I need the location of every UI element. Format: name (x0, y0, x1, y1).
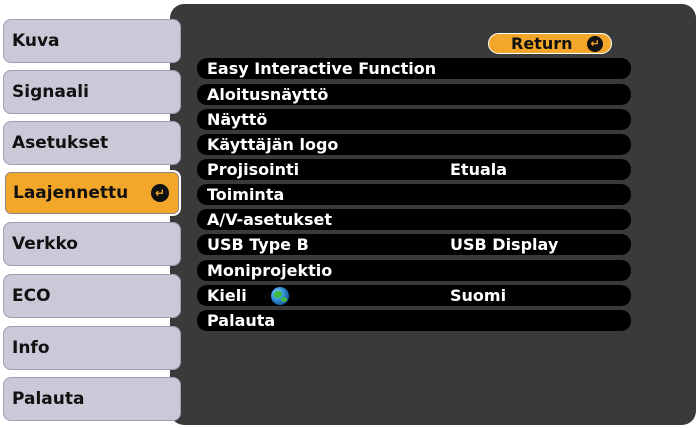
menu-item-value: USB Display (450, 235, 559, 254)
tab-label: Asetukset (12, 133, 109, 153)
tab-laajennettu[interactable]: Laajennettu ↵ (3, 170, 181, 216)
menu-item-moniprojektio[interactable]: Moniprojektio (197, 260, 631, 281)
menu-item-kayttajan-logo[interactable]: Käyttäjän logo (197, 134, 631, 155)
enter-icon: ↵ (587, 36, 603, 52)
menu-item-label: USB Type B (207, 235, 309, 254)
menu-item-easy-interactive-function[interactable]: Easy Interactive Function (197, 58, 631, 79)
menu-item-label: Käyttäjän logo (207, 135, 339, 154)
menu-item-label: A/V-asetukset (207, 210, 332, 229)
tab-kuva[interactable]: Kuva (3, 19, 181, 63)
menu-item-label: Projisointi (207, 160, 300, 179)
menu-item-value: Etuala (450, 160, 508, 179)
menu-item-palauta[interactable]: Palauta (197, 310, 631, 331)
tab-label: Info (12, 338, 50, 358)
globe-icon (271, 287, 289, 305)
menu-item-label: Kieli (207, 286, 247, 305)
tab-label: Signaali (12, 82, 89, 102)
menu-item-label: Easy Interactive Function (207, 59, 437, 78)
menu-item-aloitusnaytto[interactable]: Aloitusnäyttö (197, 84, 631, 105)
tab-label: Palauta (12, 389, 85, 409)
menu-item-toiminta[interactable]: Toiminta (197, 184, 631, 205)
projector-menu: Kuva Signaali Asetukset Laajennettu ↵ Ve… (0, 0, 699, 428)
menu-item-label: Toiminta (207, 185, 285, 204)
menu-item-label: Näyttö (207, 110, 268, 129)
tab-asetukset[interactable]: Asetukset (3, 121, 181, 165)
tab-label: Laajennettu (13, 183, 129, 203)
menu-item-value: Suomi (450, 286, 507, 305)
menu-item-usb-type-b[interactable]: USB Type B USB Display (197, 234, 631, 255)
menu-item-label: Aloitusnäyttö (207, 85, 329, 104)
menu-item-label: Palauta (207, 311, 276, 330)
tab-label: Kuva (12, 31, 60, 51)
tab-info[interactable]: Info (3, 326, 181, 370)
return-button[interactable]: Return ↵ (488, 33, 612, 54)
enter-icon: ↵ (151, 184, 169, 202)
menu-item-projisointi[interactable]: Projisointi Etuala (197, 159, 631, 180)
tab-eco[interactable]: ECO (3, 274, 181, 318)
menu-item-kieli[interactable]: Kieli Suomi (197, 285, 631, 306)
tab-label: ECO (12, 286, 51, 306)
menu-item-av-asetukset[interactable]: A/V-asetukset (197, 209, 631, 230)
tab-palauta[interactable]: Palauta (3, 377, 181, 421)
tab-verkko[interactable]: Verkko (3, 222, 181, 266)
menu-item-label: Moniprojektio (207, 261, 333, 280)
tab-signaali[interactable]: Signaali (3, 70, 181, 114)
return-label: Return (511, 34, 573, 53)
menu-item-naytto[interactable]: Näyttö (197, 109, 631, 130)
tab-label: Verkko (12, 234, 78, 254)
